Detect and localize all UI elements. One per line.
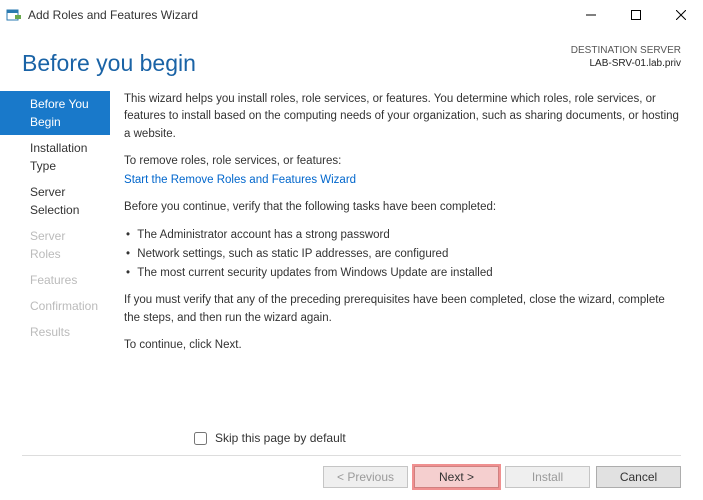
verify-line: Before you continue, verify that the fol… [124, 199, 681, 216]
close-note: If you must verify that any of the prece… [124, 292, 681, 327]
continue-note: To continue, click Next. [124, 337, 681, 354]
prereq-item: The most current security updates from W… [124, 265, 681, 282]
skip-row: Skip this page by default [194, 431, 681, 445]
sidebar-item-installation-type[interactable]: Installation Type [0, 135, 110, 179]
destination-value: LAB-SRV-01.lab.priv [571, 57, 681, 70]
install-button: Install [505, 466, 590, 488]
previous-button: < Previous [323, 466, 408, 488]
maximize-button[interactable] [613, 0, 658, 30]
body: Before You BeginInstallation TypeServer … [0, 91, 703, 423]
sidebar: Before You BeginInstallation TypeServer … [0, 91, 110, 423]
sidebar-item-before-you-begin[interactable]: Before You Begin [0, 91, 110, 135]
sidebar-item-server-selection[interactable]: Server Selection [0, 179, 110, 223]
content: This wizard helps you install roles, rol… [110, 91, 703, 423]
window-controls [568, 0, 703, 30]
remove-line: To remove roles, role services, or featu… [124, 153, 681, 170]
sidebar-item-results: Results [0, 319, 110, 345]
intro-paragraph: This wizard helps you install roles, rol… [124, 91, 681, 143]
prereq-list: The Administrator account has a strong p… [124, 227, 681, 283]
destination-block: DESTINATION SERVER LAB-SRV-01.lab.priv [571, 44, 681, 70]
sidebar-item-confirmation: Confirmation [0, 293, 110, 319]
remove-wizard-link[interactable]: Start the Remove Roles and Features Wiza… [124, 174, 356, 186]
skip-label: Skip this page by default [215, 431, 346, 445]
app-icon [6, 7, 22, 23]
cancel-button[interactable]: Cancel [596, 466, 681, 488]
page-title: Before you begin [22, 50, 196, 77]
window-title: Add Roles and Features Wizard [28, 8, 198, 22]
next-button[interactable]: Next > [414, 466, 499, 488]
skip-checkbox[interactable] [194, 432, 207, 445]
close-button[interactable] [658, 0, 703, 30]
footer: Skip this page by default < Previous Nex… [0, 423, 703, 500]
titlebar: Add Roles and Features Wizard [0, 0, 703, 30]
prereq-item: Network settings, such as static IP addr… [124, 246, 681, 263]
prereq-item: The Administrator account has a strong p… [124, 227, 681, 244]
sidebar-item-server-roles: Server Roles [0, 223, 110, 267]
button-row: < Previous Next > Install Cancel [22, 455, 681, 488]
destination-label: DESTINATION SERVER [571, 44, 681, 57]
sidebar-item-features: Features [0, 267, 110, 293]
minimize-button[interactable] [568, 0, 613, 30]
header: Before you begin DESTINATION SERVER LAB-… [0, 30, 703, 91]
